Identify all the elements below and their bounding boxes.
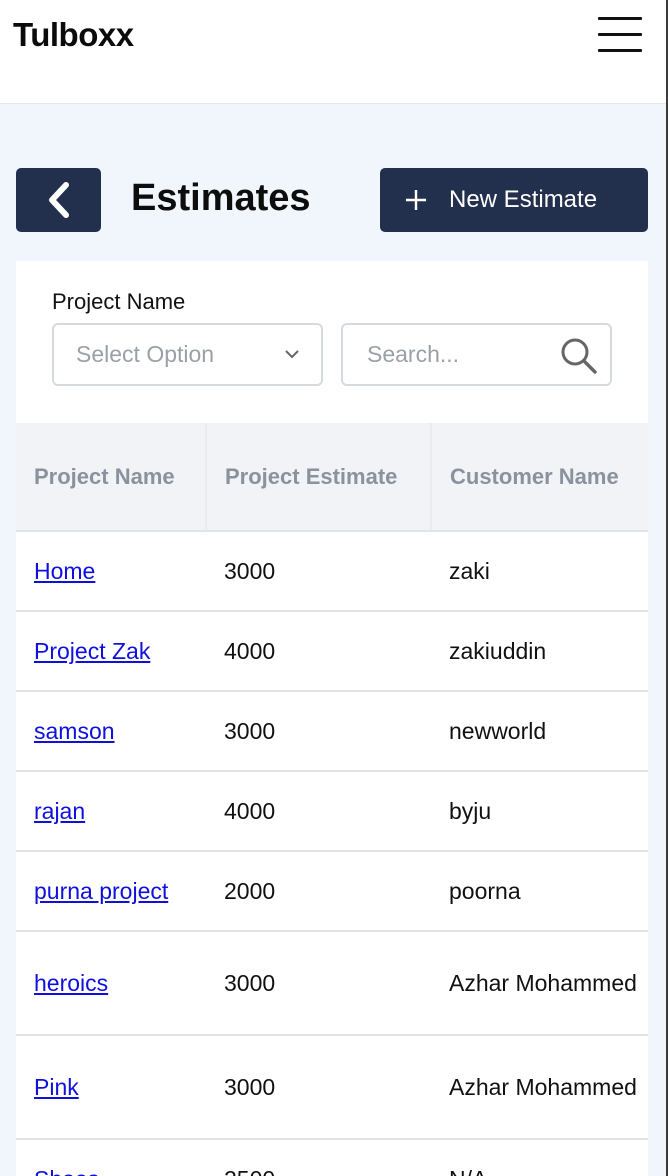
customer-cell: Azhar Mohammed bbox=[431, 1035, 648, 1140]
table-row: Home 3000 zaki bbox=[16, 531, 648, 612]
table-row: Pink 3000 Azhar Mohammed bbox=[16, 1035, 648, 1140]
customer-cell: zaki bbox=[431, 531, 648, 612]
project-link[interactable]: purna project bbox=[34, 878, 168, 904]
chevron-down-icon bbox=[285, 350, 299, 359]
hamburger-icon[interactable] bbox=[598, 15, 644, 53]
customer-cell: newworld bbox=[431, 691, 648, 772]
table-row: samson 3000 newworld bbox=[16, 691, 648, 772]
estimates-card: Project Name Select Option Project Name … bbox=[16, 261, 648, 1176]
customer-cell: N/A bbox=[431, 1139, 648, 1176]
estimate-cell: 3000 bbox=[206, 1035, 431, 1140]
top-navbar: Tulboxx bbox=[0, 0, 666, 104]
estimate-cell: 3000 bbox=[206, 531, 431, 612]
brand-logo[interactable]: Tulboxx bbox=[13, 16, 134, 54]
table-header-row: Project Name Project Estimate Customer N… bbox=[16, 423, 648, 532]
plus-icon bbox=[406, 190, 426, 210]
back-button[interactable] bbox=[16, 168, 101, 232]
table-row: heroics 3000 Azhar Mohammed bbox=[16, 931, 648, 1036]
project-link[interactable]: Pink bbox=[34, 1074, 79, 1100]
customer-cell: zakiuddin bbox=[431, 611, 648, 692]
column-header-customer-name[interactable]: Customer Name bbox=[431, 423, 648, 532]
estimate-cell: 2000 bbox=[206, 851, 431, 932]
column-header-project-estimate[interactable]: Project Estimate bbox=[206, 423, 432, 532]
customer-cell: poorna bbox=[431, 851, 648, 932]
new-estimate-label: New Estimate bbox=[449, 186, 598, 213]
customer-cell: byju bbox=[431, 771, 648, 852]
table-row: purna project 2000 poorna bbox=[16, 851, 648, 932]
table-row: rajan 4000 byju bbox=[16, 771, 648, 852]
estimate-cell: 4000 bbox=[206, 771, 431, 852]
project-link[interactable]: samson bbox=[34, 718, 115, 744]
estimate-cell: 3000 bbox=[206, 691, 431, 772]
project-filter-label: Project Name bbox=[52, 289, 186, 314]
column-header-project-name[interactable]: Project Name bbox=[16, 423, 207, 532]
search-icon[interactable] bbox=[560, 337, 598, 375]
estimate-cell: 3000 bbox=[206, 931, 431, 1036]
search-input[interactable] bbox=[365, 340, 555, 369]
project-link[interactable]: Project Zak bbox=[34, 638, 150, 664]
page-title: Estimates bbox=[131, 177, 311, 219]
chevron-left-icon bbox=[48, 182, 69, 218]
select-placeholder: Select Option bbox=[76, 341, 215, 367]
project-link[interactable]: heroics bbox=[34, 970, 108, 996]
estimates-table: Project Name Project Estimate Customer N… bbox=[16, 423, 648, 1176]
table-row: Shoes 2500 N/A bbox=[16, 1139, 648, 1176]
new-estimate-button[interactable]: New Estimate bbox=[380, 168, 648, 232]
project-select[interactable]: Select Option bbox=[52, 323, 323, 386]
project-link[interactable]: rajan bbox=[34, 798, 85, 824]
estimate-cell: 4000 bbox=[206, 611, 431, 692]
project-link[interactable]: Home bbox=[34, 558, 95, 584]
table-row: Project Zak 4000 zakiuddin bbox=[16, 611, 648, 692]
customer-cell: Azhar Mohammed bbox=[431, 931, 648, 1036]
search-field[interactable] bbox=[341, 323, 612, 386]
project-link[interactable]: Shoes bbox=[34, 1166, 99, 1176]
estimate-cell: 2500 bbox=[206, 1139, 431, 1176]
